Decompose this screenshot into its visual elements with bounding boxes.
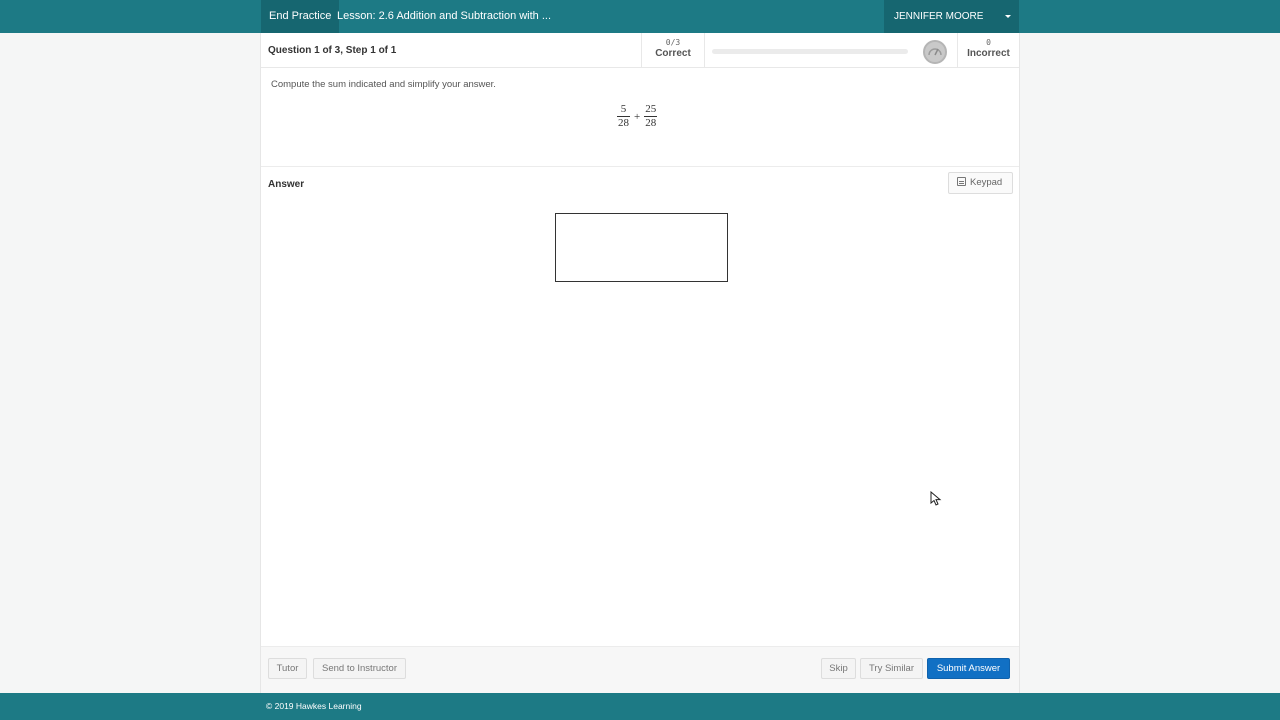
user-name: JENNIFER MOORE xyxy=(894,11,984,22)
keypad-button[interactable]: Keypad xyxy=(948,172,1013,194)
fraction-1-denominator: 28 xyxy=(618,117,629,129)
action-bar: Tutor Send to Instructor Skip Try Simila… xyxy=(261,646,1019,693)
footer: © 2019 Hawkes Learning xyxy=(0,693,1280,720)
math-expression: 5 28 + 25 28 xyxy=(616,103,658,130)
submit-answer-button[interactable]: Submit Answer xyxy=(927,658,1010,679)
lesson-title: Lesson: 2.6 Addition and Subtraction wit… xyxy=(337,10,552,22)
answer-label: Answer xyxy=(268,179,305,190)
end-practice-button[interactable]: End Practice xyxy=(261,0,340,33)
progress-bar xyxy=(712,49,908,54)
question-step-info: Question 1 of 3, Step 1 of 1 xyxy=(268,45,397,56)
fraction-1-numerator: 5 xyxy=(620,103,627,115)
top-navigation-bar: End Practice Lesson: 2.6 Addition and Su… xyxy=(0,0,1280,33)
skip-button[interactable]: Skip xyxy=(821,658,856,679)
fraction-1: 5 28 xyxy=(617,103,630,130)
incorrect-score: 0 Incorrect xyxy=(957,33,1019,67)
status-bar: Question 1 of 3, Step 1 of 1 0/3 Correct… xyxy=(261,33,1019,68)
fraction-2: 25 28 xyxy=(644,103,658,130)
fraction-2-numerator: 25 xyxy=(645,103,657,115)
fraction-2-denominator: 28 xyxy=(645,117,657,129)
gauge-icon xyxy=(923,40,947,64)
correct-count: 0/3 xyxy=(665,38,681,47)
try-similar-button[interactable]: Try Similar xyxy=(860,658,923,679)
tutor-button[interactable]: Tutor xyxy=(268,658,307,679)
plus-operator: + xyxy=(634,110,641,123)
correct-label: Correct xyxy=(655,48,691,59)
send-to-instructor-button[interactable]: Send to Instructor xyxy=(313,658,406,679)
incorrect-label: Incorrect xyxy=(967,48,1010,59)
copyright-text: © 2019 Hawkes Learning xyxy=(266,701,362,711)
question-prompt: Compute the sum indicated and simplify y… xyxy=(271,79,496,90)
correct-score: 0/3 Correct xyxy=(641,33,705,67)
keypad-label: Keypad xyxy=(970,177,1003,188)
user-menu[interactable]: JENNIFER MOORE xyxy=(884,0,1019,33)
incorrect-count: 0 xyxy=(986,38,991,47)
answer-section: Answer Keypad xyxy=(261,166,1019,646)
calculator-icon xyxy=(957,177,966,186)
mouse-pointer-icon xyxy=(930,491,942,506)
practice-panel: Question 1 of 3, Step 1 of 1 0/3 Correct… xyxy=(260,33,1020,693)
caret-down-icon xyxy=(1005,15,1011,18)
answer-input-box[interactable] xyxy=(555,213,728,282)
